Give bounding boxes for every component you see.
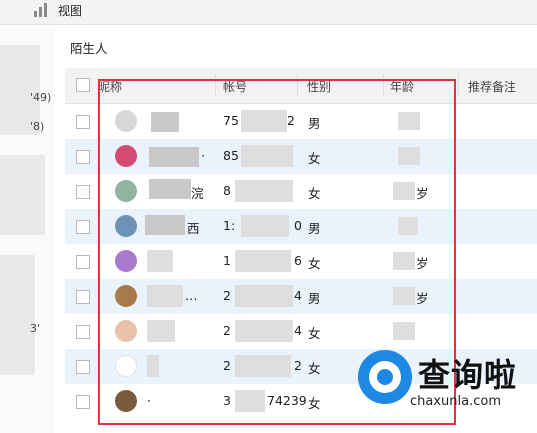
select-all-checkbox[interactable]	[76, 78, 90, 92]
brand-name: 查询啦	[418, 356, 518, 394]
row-checkbox[interactable]	[76, 395, 90, 409]
column-divider[interactable]	[458, 74, 459, 96]
row-checkbox[interactable]	[76, 290, 90, 304]
watermark: 查询啦 chaxunla.com	[358, 350, 537, 420]
row-checkbox[interactable]	[76, 220, 90, 234]
left-fragment: '49)	[30, 91, 52, 104]
left-fragment: 3'	[30, 322, 41, 335]
view-menu[interactable]: 视图	[58, 2, 82, 19]
row-checkbox[interactable]	[76, 115, 90, 129]
bar-chart-icon[interactable]	[34, 3, 50, 17]
brand-logo-icon	[358, 350, 412, 404]
blurred-block	[0, 155, 45, 235]
brand-url: chaxunla.com	[410, 394, 501, 409]
row-checkbox[interactable]	[76, 150, 90, 164]
row-checkbox[interactable]	[76, 255, 90, 269]
section-title: 陌生人	[70, 41, 108, 56]
row-checkbox[interactable]	[76, 325, 90, 339]
left-panel: '49) '8) 3'	[0, 25, 55, 433]
column-header-note[interactable]: 推荐备注	[468, 78, 516, 95]
left-fragment: '8)	[30, 120, 45, 133]
row-checkbox[interactable]	[76, 360, 90, 374]
row-checkbox[interactable]	[76, 185, 90, 199]
toolbar: 视图	[0, 0, 537, 25]
blurred-block	[0, 255, 35, 375]
